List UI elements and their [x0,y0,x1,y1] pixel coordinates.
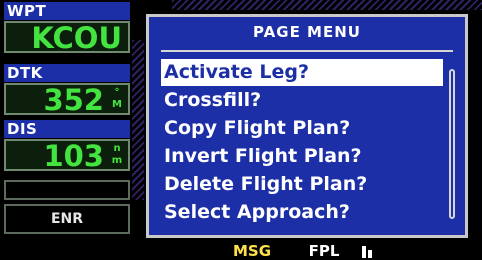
cdi-mode-box: ENR [4,204,130,234]
page-group-label: FPL [308,242,340,260]
status-bar: MSG FPL [0,240,482,260]
map-hatch-top [172,0,482,10]
dtk-value: 352 [43,83,104,117]
dtk-value-box: 352 ° M [4,83,130,117]
page-block-active [362,246,366,258]
menu-item-activate-leg[interactable]: Activate Leg? [161,59,443,86]
menu-item-invert-flight-plan[interactable]: Invert Flight Plan? [161,143,443,170]
wpt-value: KCOU [31,21,122,55]
menu-item-crossfill[interactable]: Crossfill? [161,87,443,114]
dis-unit-bottom: m [111,155,123,166]
menu-item-copy-flight-plan[interactable]: Copy Flight Plan? [161,115,443,142]
dis-value-box: 103 n m [4,139,130,173]
page-position-icon [362,246,386,258]
data-field-column: WPT KCOU DTK 352 ° M DIS 103 n m ENR [0,0,132,240]
menu-item-delete-flight-plan[interactable]: Delete Flight Plan? [161,171,443,198]
empty-field-box [4,180,130,200]
menu-scrollbar[interactable] [449,69,455,219]
dis-value: 103 [43,139,104,173]
dtk-unit-bottom: M [112,99,122,110]
dis-unit-top: n [113,143,121,154]
page-menu-popup: PAGE MENU Activate Leg? Crossfill? Copy … [146,14,468,238]
gps-screen: WPT KCOU DTK 352 ° M DIS 103 n m ENR PAG… [0,0,482,260]
dtk-unit: ° M [110,87,124,111]
title-divider [161,50,453,52]
dtk-label: DTK [4,64,130,82]
dtk-unit-top: ° [114,87,120,98]
wpt-label: WPT [4,2,130,20]
page-block [368,250,372,258]
dis-unit: n m [110,143,124,167]
page-menu-list: Activate Leg? Crossfill? Copy Flight Pla… [161,59,443,227]
dis-label: DIS [4,120,130,138]
page-menu-title: PAGE MENU [253,23,361,41]
menu-item-select-approach[interactable]: Select Approach? [161,199,443,226]
wpt-value-box: KCOU [4,21,130,55]
msg-annunciator[interactable]: MSG [230,240,274,260]
map-hatch-left [132,40,144,200]
